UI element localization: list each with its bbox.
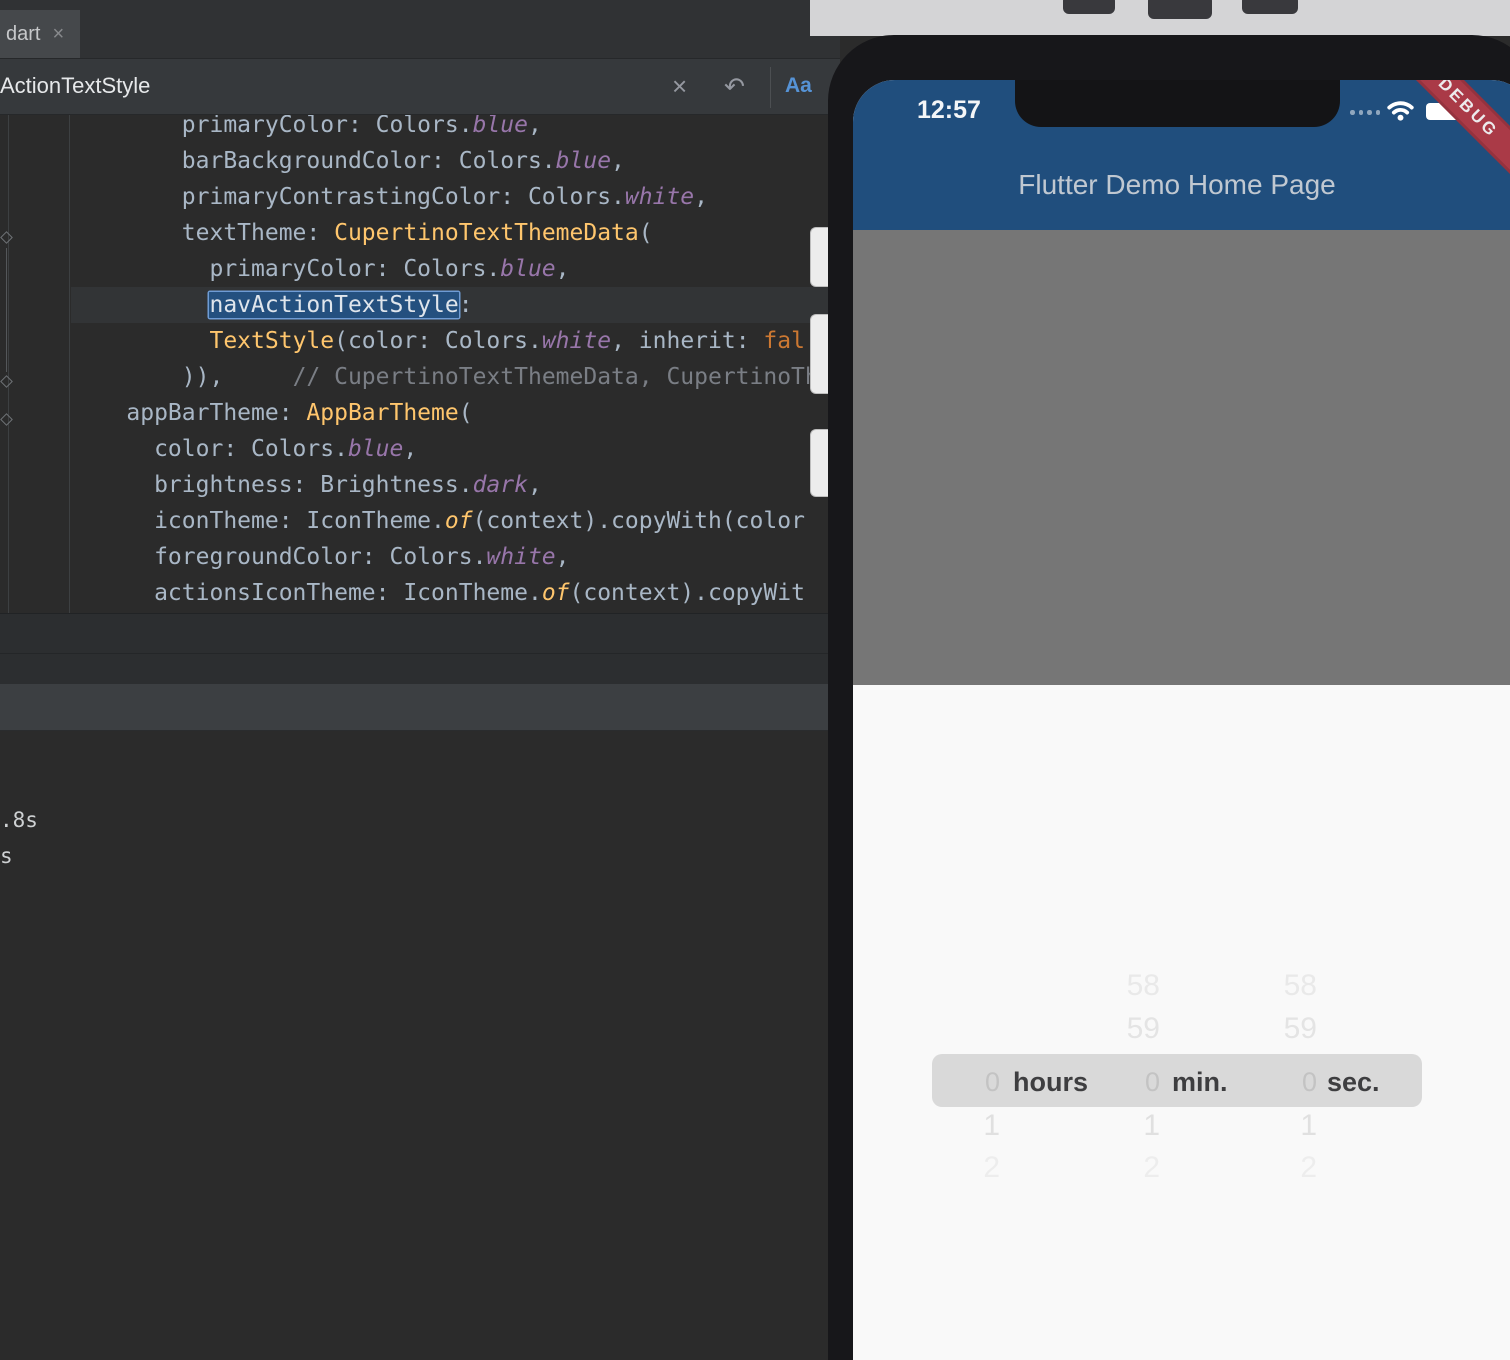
- wifi-icon: [1385, 99, 1416, 127]
- editor-bottom-panel: [0, 613, 840, 684]
- popup-edge: [810, 314, 828, 394]
- fold-icon[interactable]: [0, 375, 13, 388]
- find-bar[interactable]: ActionTextStyle × ↶ Aa: [0, 58, 840, 115]
- picker-wheel-value[interactable]: 59: [1257, 1012, 1317, 1046]
- code-line[interactable]: barBackgroundColor: Colors.blue,: [71, 143, 840, 179]
- divider: [770, 67, 771, 108]
- code-line[interactable]: foregroundColor: Colors.white,: [71, 539, 840, 575]
- code-editor[interactable]: primaryColor: Colors.blue, barBackground…: [0, 115, 840, 613]
- screen-root: dart × ActionTextStyle × ↶ Aa primaryCol…: [0, 0, 1510, 1360]
- code-line[interactable]: TextStyle(color: Colors.white, inherit: …: [71, 323, 840, 359]
- modal-barrier[interactable]: [853, 230, 1510, 685]
- code-line[interactable]: textTheme: CupertinoTextThemeData(: [71, 215, 840, 251]
- fold-icon[interactable]: [0, 231, 13, 244]
- picker-label-hours: hours: [1013, 1067, 1089, 1097]
- tool-window-header[interactable]: [0, 684, 840, 731]
- code-line[interactable]: )), // CupertinoTextThemeData, Cupertino…: [71, 359, 840, 395]
- toolbar-button[interactable]: [1148, 0, 1212, 19]
- app-bar: 12:57 Flutter Demo Home Page DEBUG: [853, 80, 1510, 230]
- console-output-line: s: [0, 844, 13, 868]
- editor-gutter[interactable]: [0, 115, 70, 613]
- find-query-input[interactable]: ActionTextStyle: [0, 73, 150, 99]
- popup-edge: [810, 227, 828, 287]
- app-bar-title: Flutter Demo Home Page: [1018, 169, 1336, 200]
- fold-range-line: [6, 248, 7, 372]
- match-case-icon[interactable]: Aa: [785, 74, 812, 98]
- code-line[interactable]: navActionTextStyle:: [71, 287, 840, 323]
- picker-wheel-value[interactable]: 2: [1100, 1151, 1160, 1185]
- status-time: 12:57: [917, 96, 981, 124]
- picker-wheel-value[interactable]: 59: [1100, 1012, 1160, 1046]
- picker-wheel-value[interactable]: 58: [1100, 969, 1160, 1003]
- code-line[interactable]: primaryColor: Colors.blue,: [71, 251, 840, 287]
- console-output-line: .8s: [0, 808, 38, 832]
- run-console[interactable]: .8s s: [0, 731, 840, 1360]
- picker-label-minutes: min.: [1172, 1067, 1228, 1097]
- picker-selected-seconds[interactable]: 0: [1257, 1065, 1317, 1099]
- close-icon[interactable]: ×: [672, 71, 687, 102]
- timer-picker-sheet: 58 58 59 59 0 hours 0 min. 0 sec. 1 1 1 …: [853, 685, 1510, 1360]
- tab-main-dart[interactable]: dart ×: [0, 10, 81, 58]
- picker-wheel-value[interactable]: 1: [940, 1109, 1000, 1143]
- iphone-screen: 12:57 Flutter Demo Home Page DEBUG 58 58…: [853, 80, 1510, 1360]
- picker-wheel-value[interactable]: 2: [1257, 1151, 1317, 1185]
- code-line[interactable]: actionsIconTheme: IconTheme.of(context).…: [71, 575, 840, 611]
- code-line[interactable]: appBarTheme: AppBarTheme(: [71, 395, 840, 431]
- tab-label: dart: [6, 22, 41, 45]
- picker-label-seconds: sec.: [1327, 1067, 1380, 1097]
- notch: [1015, 80, 1340, 127]
- simulator-toolbar: [810, 0, 1510, 36]
- iphone-frame: 12:57 Flutter Demo Home Page DEBUG 58 58…: [828, 35, 1510, 1360]
- picker-wheel-value[interactable]: 58: [1257, 969, 1317, 1003]
- toolbar-button[interactable]: [1242, 0, 1298, 14]
- picker-selected-minutes[interactable]: 0: [1100, 1065, 1160, 1099]
- code-area[interactable]: primaryColor: Colors.blue, barBackground…: [71, 115, 840, 611]
- tab-close-icon[interactable]: ×: [52, 24, 64, 44]
- fold-icon[interactable]: [0, 413, 13, 426]
- picker-wheel-value[interactable]: 1: [1257, 1109, 1317, 1143]
- popup-edge: [810, 429, 828, 497]
- signal-dots-icon: [1350, 110, 1380, 115]
- search-history-icon[interactable]: ↶: [724, 72, 745, 102]
- toolbar-button[interactable]: [1063, 0, 1115, 14]
- code-line[interactable]: color: Colors.blue,: [71, 431, 840, 467]
- code-line[interactable]: primaryContrastingColor: Colors.white,: [71, 179, 840, 215]
- code-line[interactable]: brightness: Brightness.dark,: [71, 467, 840, 503]
- code-line[interactable]: primaryColor: Colors.blue,: [71, 115, 840, 143]
- code-line[interactable]: iconTheme: IconTheme.of(context).copyWit…: [71, 503, 840, 539]
- editor-tab-bar: dart ×: [0, 0, 840, 58]
- picker-wheel-value[interactable]: 1: [1100, 1109, 1160, 1143]
- picker-wheel-value[interactable]: 2: [940, 1151, 1000, 1185]
- picker-selected-hours[interactable]: 0: [940, 1065, 1000, 1099]
